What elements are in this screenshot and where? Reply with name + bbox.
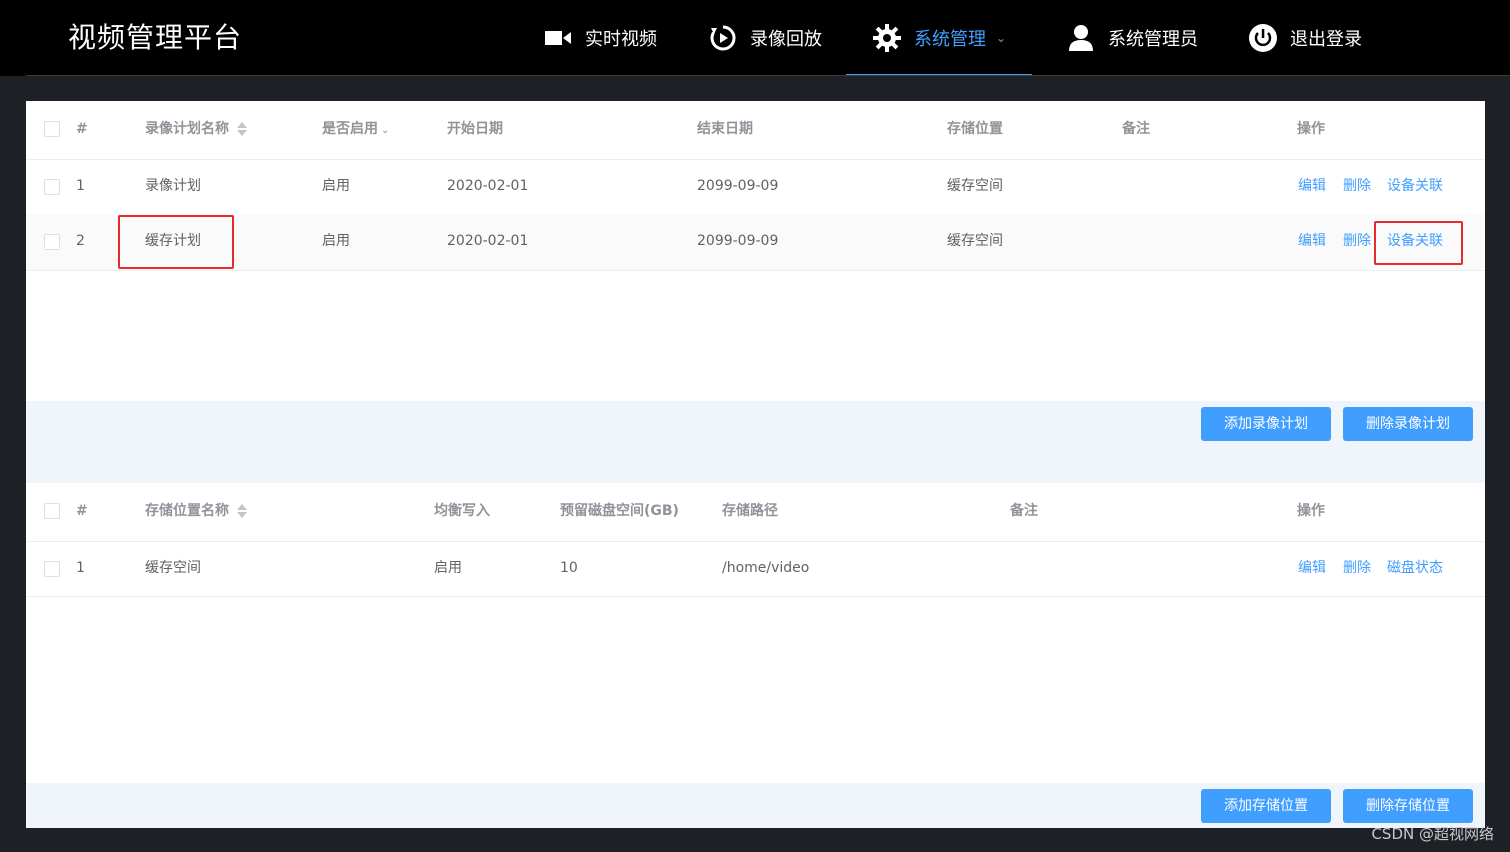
- header-note: 备注: [1122, 121, 1150, 137]
- navbar-divider: [26, 75, 1510, 76]
- filter-chevron-icon[interactable]: ⌄: [381, 125, 389, 136]
- row-reserved-space: 10: [560, 560, 578, 576]
- header-balanced-write: 均衡写入: [434, 503, 490, 519]
- delete-link[interactable]: 删除: [1343, 214, 1371, 269]
- nav-admin-user-label: 系统管理员: [1108, 29, 1198, 50]
- delete-link[interactable]: 删除: [1343, 541, 1371, 595]
- nav-live-video[interactable]: 实时视频: [543, 0, 657, 76]
- table-header: # 录像计划名称 是否启用 ⌄ 开始日期 结束日期 存储位置 备注 操作: [26, 101, 1485, 160]
- row-start-date: 2020-02-01: [447, 233, 529, 249]
- delete-storage-location-button[interactable]: 删除存储位置: [1343, 789, 1473, 823]
- row-storage: 缓存空间: [947, 178, 1003, 194]
- app-title: 视频管理平台: [68, 21, 243, 54]
- sort-icon[interactable]: [237, 121, 247, 137]
- power-icon: [1248, 23, 1278, 53]
- sort-icon[interactable]: [237, 503, 247, 519]
- header-index: #: [76, 503, 88, 519]
- device-link-link[interactable]: 设备关联: [1387, 214, 1443, 269]
- row-plan-name: 缓存计划: [145, 233, 201, 249]
- row-end-date: 2099-09-09: [697, 178, 779, 194]
- watermark: CSDN @超视网络: [1371, 825, 1494, 843]
- table-row: 2 缓存计划 启用 2020-02-01 2099-09-09 缓存空间 编辑 …: [26, 214, 1485, 271]
- header-enabled-label: 是否启用: [322, 121, 378, 137]
- row-plan-name: 录像计划: [145, 178, 201, 194]
- header-end-date: 结束日期: [697, 121, 753, 137]
- row-enabled: 启用: [322, 178, 350, 194]
- user-icon: [1066, 23, 1096, 53]
- device-link-link[interactable]: 设备关联: [1387, 159, 1443, 213]
- row-storage: 缓存空间: [947, 233, 1003, 249]
- header-note: 备注: [1010, 503, 1038, 519]
- header-index: #: [76, 121, 88, 137]
- table-row: 1 缓存空间 启用 10 /home/video 编辑 删除 磁盘状态: [26, 541, 1485, 597]
- nav-logout-label: 退出登录: [1290, 29, 1362, 50]
- top-navbar: 视频管理平台 实时视频 录像回放 系统管理 ⌄ 系统管理员 退出登录: [0, 0, 1510, 76]
- nav-playback[interactable]: 录像回放: [708, 0, 822, 76]
- header-plan-name-label: 录像计划名称: [145, 121, 229, 137]
- record-plan-toolbar: 添加录像计划 删除录像计划: [26, 401, 1485, 483]
- delete-record-plan-button[interactable]: 删除录像计划: [1343, 407, 1473, 441]
- header-plan-name[interactable]: 录像计划名称: [145, 101, 247, 157]
- select-all-checkbox[interactable]: [44, 503, 60, 519]
- header-enabled[interactable]: 是否启用 ⌄: [322, 101, 389, 159]
- edit-link[interactable]: 编辑: [1298, 541, 1326, 595]
- header-reserved-space: 预留磁盘空间(GB): [560, 503, 679, 519]
- select-all-checkbox[interactable]: [44, 121, 60, 137]
- table-row: 1 录像计划 启用 2020-02-01 2099-09-09 缓存空间 编辑 …: [26, 159, 1485, 215]
- header-storage-name-label: 存储位置名称: [145, 503, 229, 519]
- row-balanced-write: 启用: [434, 560, 462, 576]
- chevron-down-icon: ⌄: [996, 31, 1007, 45]
- nav-logout[interactable]: 退出登录: [1248, 0, 1362, 76]
- disk-status-link[interactable]: 磁盘状态: [1387, 541, 1443, 595]
- row-index: 2: [76, 233, 85, 249]
- row-end-date: 2099-09-09: [697, 233, 779, 249]
- add-storage-location-button[interactable]: 添加存储位置: [1201, 789, 1331, 823]
- header-storage-name[interactable]: 存储位置名称: [145, 483, 247, 539]
- header-storage: 存储位置: [947, 121, 1003, 137]
- nav-system-management-label: 系统管理: [914, 29, 986, 50]
- nav-playback-label: 录像回放: [750, 29, 822, 50]
- add-record-plan-button[interactable]: 添加录像计划: [1201, 407, 1331, 441]
- row-start-date: 2020-02-01: [447, 178, 529, 194]
- nav-admin-user[interactable]: 系统管理员: [1066, 0, 1198, 76]
- gear-icon: [872, 23, 902, 53]
- row-checkbox[interactable]: [44, 561, 60, 577]
- edit-link[interactable]: 编辑: [1298, 159, 1326, 213]
- header-actions: 操作: [1297, 503, 1325, 519]
- delete-link[interactable]: 删除: [1343, 159, 1371, 213]
- main-panel: # 录像计划名称 是否启用 ⌄ 开始日期 结束日期 存储位置 备注 操作 1 录像…: [26, 101, 1485, 828]
- storage-toolbar: 添加存储位置 删除存储位置: [26, 783, 1485, 828]
- row-index: 1: [76, 560, 85, 576]
- nav-live-video-label: 实时视频: [585, 29, 657, 50]
- header-storage-path: 存储路径: [722, 503, 778, 519]
- row-storage-name: 缓存空间: [145, 560, 201, 576]
- header-actions: 操作: [1297, 121, 1325, 137]
- row-index: 1: [76, 178, 85, 194]
- row-checkbox[interactable]: [44, 179, 60, 195]
- nav-system-management[interactable]: 系统管理 ⌄: [845, 0, 1033, 76]
- header-start-date: 开始日期: [447, 121, 503, 137]
- row-storage-path: /home/video: [722, 560, 810, 576]
- row-enabled: 启用: [322, 233, 350, 249]
- playback-icon: [708, 23, 738, 53]
- edit-link[interactable]: 编辑: [1298, 214, 1326, 269]
- table-header: # 存储位置名称 均衡写入 预留磁盘空间(GB) 存储路径 备注 操作: [26, 483, 1485, 542]
- video-camera-icon: [543, 23, 573, 53]
- row-checkbox[interactable]: [44, 234, 60, 250]
